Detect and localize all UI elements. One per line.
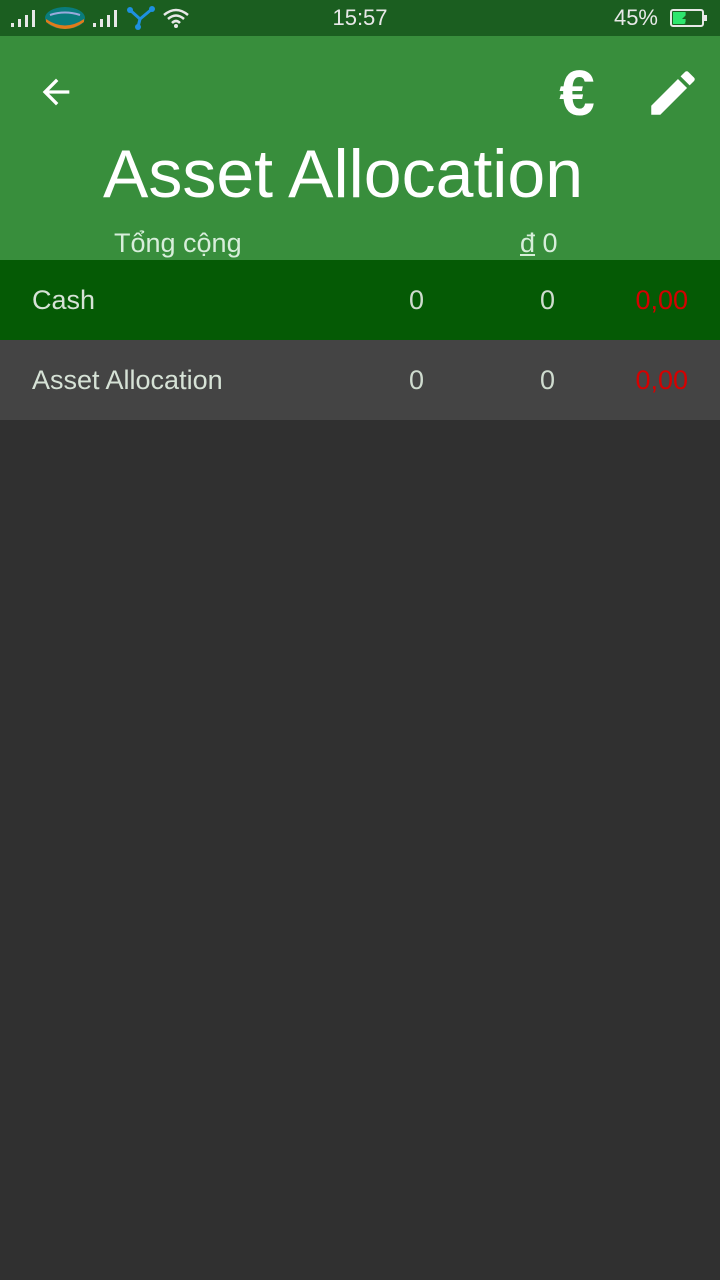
row-value-current: 0 bbox=[408, 365, 424, 395]
euro-icon: € bbox=[559, 57, 595, 129]
list-item-asset-allocation[interactable]: Asset Allocation 0 0 0,00 bbox=[0, 340, 720, 420]
row-name: Asset Allocation bbox=[32, 365, 223, 395]
row-value-target: 0 bbox=[539, 285, 555, 315]
row-value-difference: 0,00 bbox=[635, 285, 688, 315]
pencil-icon bbox=[651, 71, 695, 115]
total-amount: 0 bbox=[542, 228, 558, 258]
currency-button[interactable]: € bbox=[542, 58, 612, 128]
battery-percent: 45% bbox=[613, 5, 658, 30]
app-bar: € Asset Allocation Tổng cộng đ 0 bbox=[0, 36, 720, 260]
edit-button[interactable] bbox=[640, 58, 706, 128]
row-name: Cash bbox=[32, 285, 96, 315]
status-bar: 15:57 45% bbox=[0, 0, 720, 36]
total-label: Tổng cộng bbox=[114, 228, 242, 258]
row-value-difference: 0,00 bbox=[635, 365, 688, 395]
total-value: đ 0 bbox=[520, 226, 558, 260]
status-time: 15:57 bbox=[332, 5, 388, 30]
list-item-cash[interactable]: Cash 0 0 0,00 bbox=[0, 260, 720, 340]
battery-charging-icon bbox=[670, 9, 707, 27]
arrow-back-icon bbox=[42, 78, 70, 106]
back-button[interactable] bbox=[26, 66, 86, 118]
row-value-current: 0 bbox=[408, 285, 424, 315]
page-title: Asset Allocation bbox=[102, 136, 584, 212]
total-currency: đ bbox=[520, 228, 536, 258]
row-value-target: 0 bbox=[539, 365, 555, 395]
